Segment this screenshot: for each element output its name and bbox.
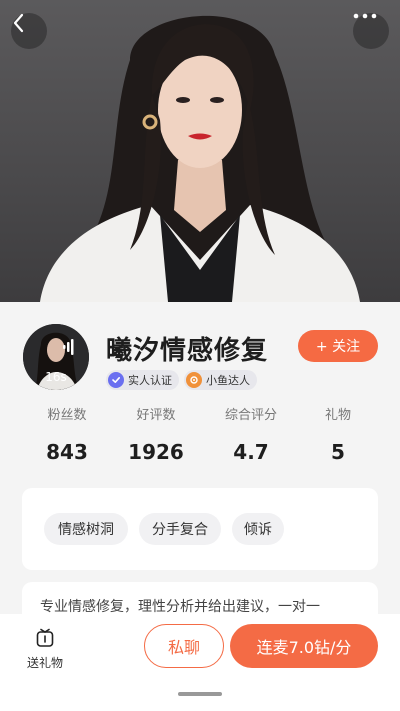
- send-gift-label: 送礼物: [26, 656, 63, 670]
- stat-gifts-value: 5: [331, 440, 345, 464]
- stat-good-reviews-label: 好评数: [136, 408, 176, 423]
- profile-header: 16s 曦汐情感修复 实人认证 小鱼达人 + 关注 粉丝数 843 好评数 19…: [0, 302, 400, 482]
- profile-photo: [0, 0, 400, 302]
- stat-good-reviews-value: 1926: [128, 440, 184, 464]
- chevron-left-icon: [13, 13, 24, 33]
- more-dots-icon: [353, 13, 377, 19]
- fish-expert-icon: [186, 372, 202, 388]
- voice-call-button[interactable]: 连麦7.0钻/分: [230, 624, 378, 668]
- more-button[interactable]: [353, 13, 389, 49]
- stat-fans-value: 843: [46, 440, 88, 464]
- portrait-illustration: [40, 15, 360, 302]
- description-text: 专业情感修复，理性分析并给出建议，一对一: [40, 599, 320, 615]
- voice-duration: 16s: [45, 370, 67, 384]
- tag-item[interactable]: 情感树洞: [44, 513, 128, 545]
- send-gift-button[interactable]: 送礼物: [22, 628, 68, 674]
- home-indicator: [178, 692, 222, 696]
- stat-rating-label: 综合评分: [224, 408, 277, 423]
- verified-check-icon: [108, 372, 124, 388]
- tag-item[interactable]: 分手复合: [139, 513, 221, 545]
- avatar[interactable]: 16s: [23, 324, 89, 390]
- private-chat-button[interactable]: 私聊: [144, 624, 224, 668]
- stat-rating-value: 4.7: [233, 440, 269, 464]
- stat-fans: 粉丝数 843: [22, 404, 112, 464]
- verified-badge: 实人认证: [106, 370, 179, 390]
- tag-item[interactable]: 倾诉: [232, 513, 284, 545]
- tags-card: 情感树洞 分手复合 倾诉: [22, 488, 378, 570]
- back-button[interactable]: [11, 13, 47, 49]
- follow-button[interactable]: + 关注: [298, 330, 378, 362]
- gift-icon: [36, 628, 54, 647]
- bottom-action-bar: 送礼物 私聊 连麦7.0钻/分: [0, 614, 400, 711]
- stat-fans-label: 粉丝数: [47, 408, 87, 423]
- stats-row: 粉丝数 843 好评数 1926 综合评分 4.7 礼物 5: [0, 404, 400, 474]
- stat-gifts: 礼物 5: [293, 404, 383, 464]
- stat-good-reviews: 好评数 1926: [111, 404, 201, 464]
- fish-expert-badge: 小鱼达人: [184, 370, 257, 390]
- stat-rating: 综合评分 4.7: [206, 404, 296, 464]
- stat-gifts-label: 礼物: [324, 408, 351, 423]
- fish-expert-badge-label: 小鱼达人: [206, 374, 250, 387]
- verified-badge-label: 实人认证: [128, 374, 172, 387]
- profile-name: 曦汐情感修复: [106, 336, 269, 366]
